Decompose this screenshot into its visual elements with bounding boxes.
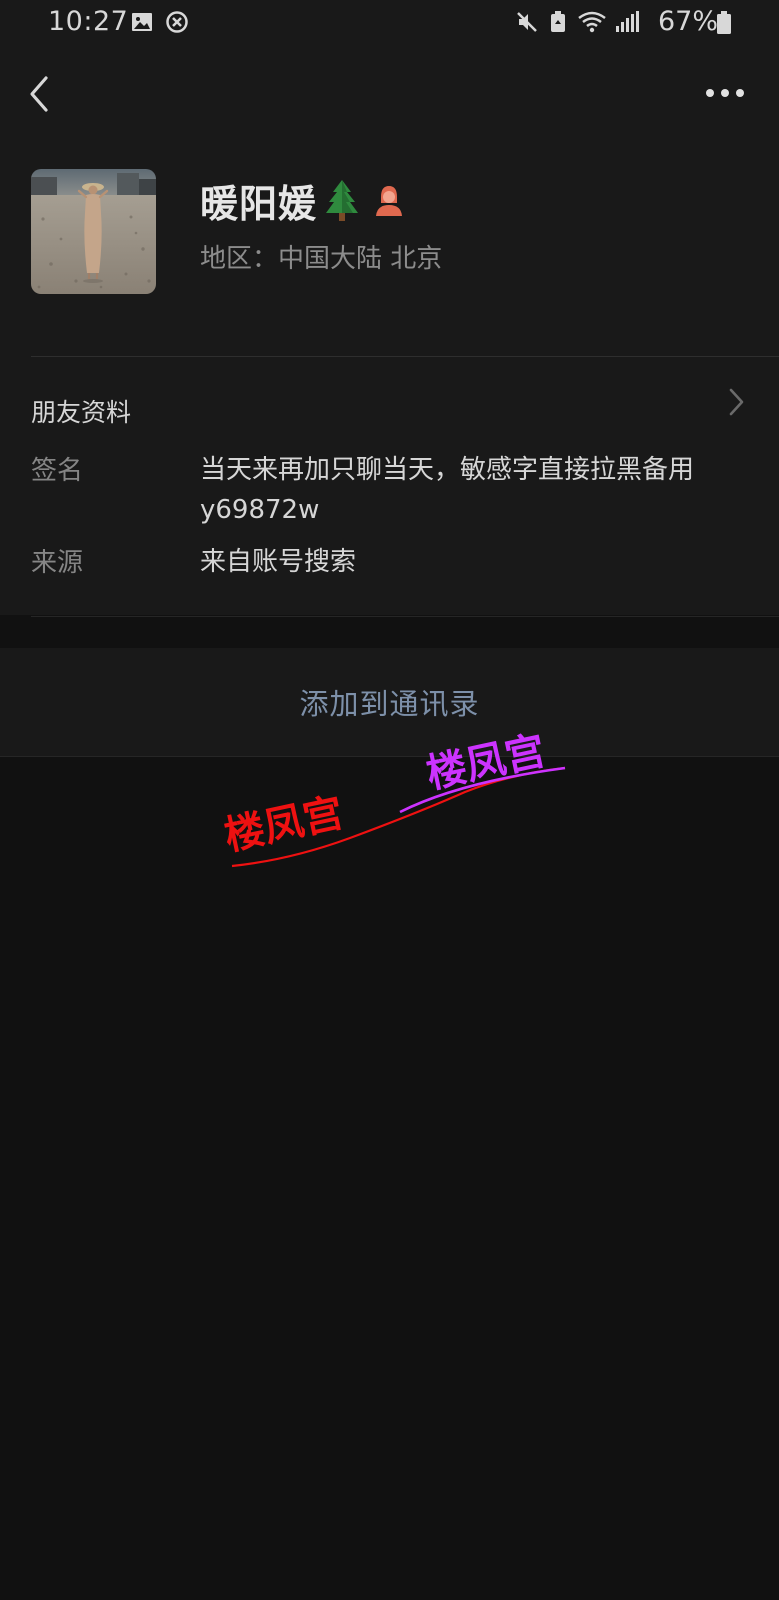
wifi-icon <box>578 11 606 33</box>
gallery-icon <box>132 13 152 31</box>
source-label: 来源 <box>31 548 84 578</box>
status-bar: 10:27 67% <box>0 0 779 46</box>
battery-percent: 67% <box>658 6 719 37</box>
signal-icon <box>616 11 639 32</box>
back-button[interactable] <box>24 72 64 116</box>
profile-screen: 10:27 67% 暖阳媛 地区：中国大陆 北京 朋友资料 签名 当天来再加只聊… <box>0 0 779 1600</box>
nickname: 暖阳媛 <box>200 181 318 226</box>
divider <box>31 616 779 617</box>
more-button[interactable] <box>702 78 750 108</box>
friend-info-title[interactable]: 朋友资料 <box>31 393 131 429</box>
watermark-text-red: 楼凤宫 <box>221 790 348 860</box>
avatar[interactable] <box>31 169 156 294</box>
signature-label: 签名 <box>31 456 84 486</box>
watermark-text-purple: 楼凤宫 <box>423 728 550 798</box>
tree-icon <box>326 180 359 221</box>
status-time: 10:27 <box>48 6 129 37</box>
region-text: 地区：中国大陆 北京 <box>200 244 443 274</box>
battery-icon <box>717 11 731 34</box>
source-value: 来自账号搜索 <box>200 547 357 577</box>
nickname-row: 暖阳媛 <box>200 172 405 228</box>
more-dots-icon <box>706 89 744 97</box>
signature-value: 当天来再加只聊当天，敏感字直接拉黑备用 y69872w <box>200 450 740 530</box>
signature-line-1: 当天来再加只聊当天，敏感字直接拉黑备用 <box>200 455 695 485</box>
female-icon <box>376 186 403 216</box>
signature-line-2: y69872w <box>200 495 320 525</box>
mute-icon <box>517 12 537 32</box>
watermark: 楼凤宫 楼凤宫 <box>221 728 566 868</box>
profile-panel: 10:27 67% 暖阳媛 地区：中国大陆 北京 朋友资料 签名 当天来再加只聊… <box>0 0 779 617</box>
divider <box>31 356 779 357</box>
blocked-icon <box>166 11 188 33</box>
storage-icon <box>551 11 565 32</box>
chevron-right-icon[interactable] <box>726 386 746 418</box>
chevron-left-icon <box>30 76 48 112</box>
